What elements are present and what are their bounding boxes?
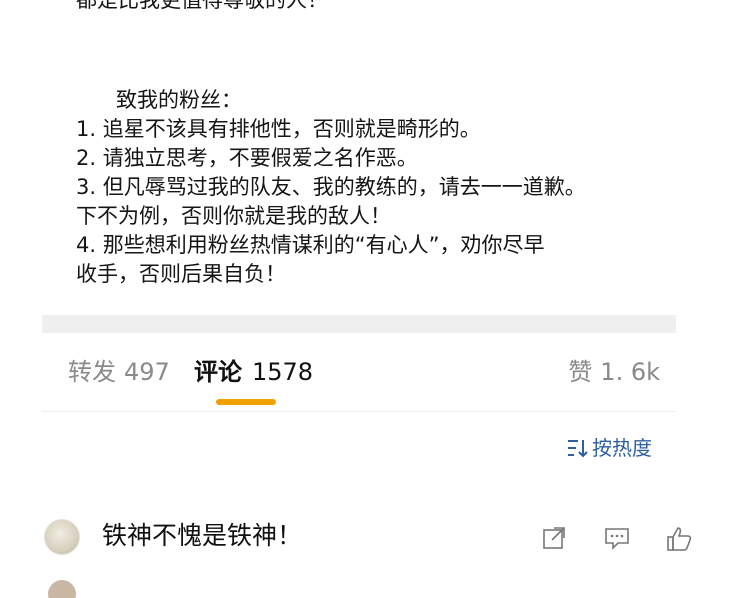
post-line: 2. 请独立思考，不要假爱之名作恶。: [76, 146, 418, 170]
like-label: 赞: [568, 358, 593, 386]
repost-count: 497: [124, 358, 170, 386]
post-body: 致我的粉丝： 1. 追星不该具有排他性，否则就是畸形的。 2. 请独立思考，不要…: [76, 0, 686, 289]
comment-label: 评论: [194, 358, 242, 386]
avatar[interactable]: [44, 519, 80, 555]
tab-like[interactable]: 赞 1. 6k: [568, 357, 660, 387]
active-tab-indicator: [216, 399, 276, 405]
comment-icon[interactable]: [604, 526, 630, 554]
tab-comment[interactable]: 评论 1578: [194, 357, 313, 387]
next-comment-peek: [44, 578, 444, 598]
section-divider: [42, 315, 676, 333]
comment-text: 铁神不愧是铁神！: [102, 521, 303, 550]
post-line: 下不为例，否则你就是我的敌人！: [76, 204, 391, 228]
post-line: 1. 追星不该具有排他性，否则就是畸形的。: [76, 117, 481, 141]
sort-label: 按热度: [592, 436, 652, 460]
post-line: 收手，否则后果自负！: [76, 262, 286, 286]
like-count: 1. 6k: [600, 358, 660, 386]
tab-repost[interactable]: 转发 497: [68, 357, 170, 387]
action-bar: 转发 497 评论 1578 赞 1. 6k: [42, 333, 676, 412]
repost-label: 转发: [68, 358, 116, 386]
comment-count: 1578: [252, 358, 314, 386]
post-line: 3. 但凡辱骂过我的队友、我的教练的，请去一一道歉。: [76, 175, 586, 199]
like-icon[interactable]: [666, 526, 692, 556]
comment-item: 铁神不愧是铁神！: [44, 514, 704, 562]
sort-icon: [566, 437, 588, 465]
post-greeting: 致我的粉丝：: [116, 88, 242, 112]
post-line: 4. 那些想利用粉丝热情谋利的“有心人”，劝你尽早: [76, 233, 545, 257]
share-icon[interactable]: [542, 526, 566, 554]
sort-by-hot-button[interactable]: 按热度: [566, 434, 652, 465]
avatar[interactable]: [48, 580, 76, 598]
